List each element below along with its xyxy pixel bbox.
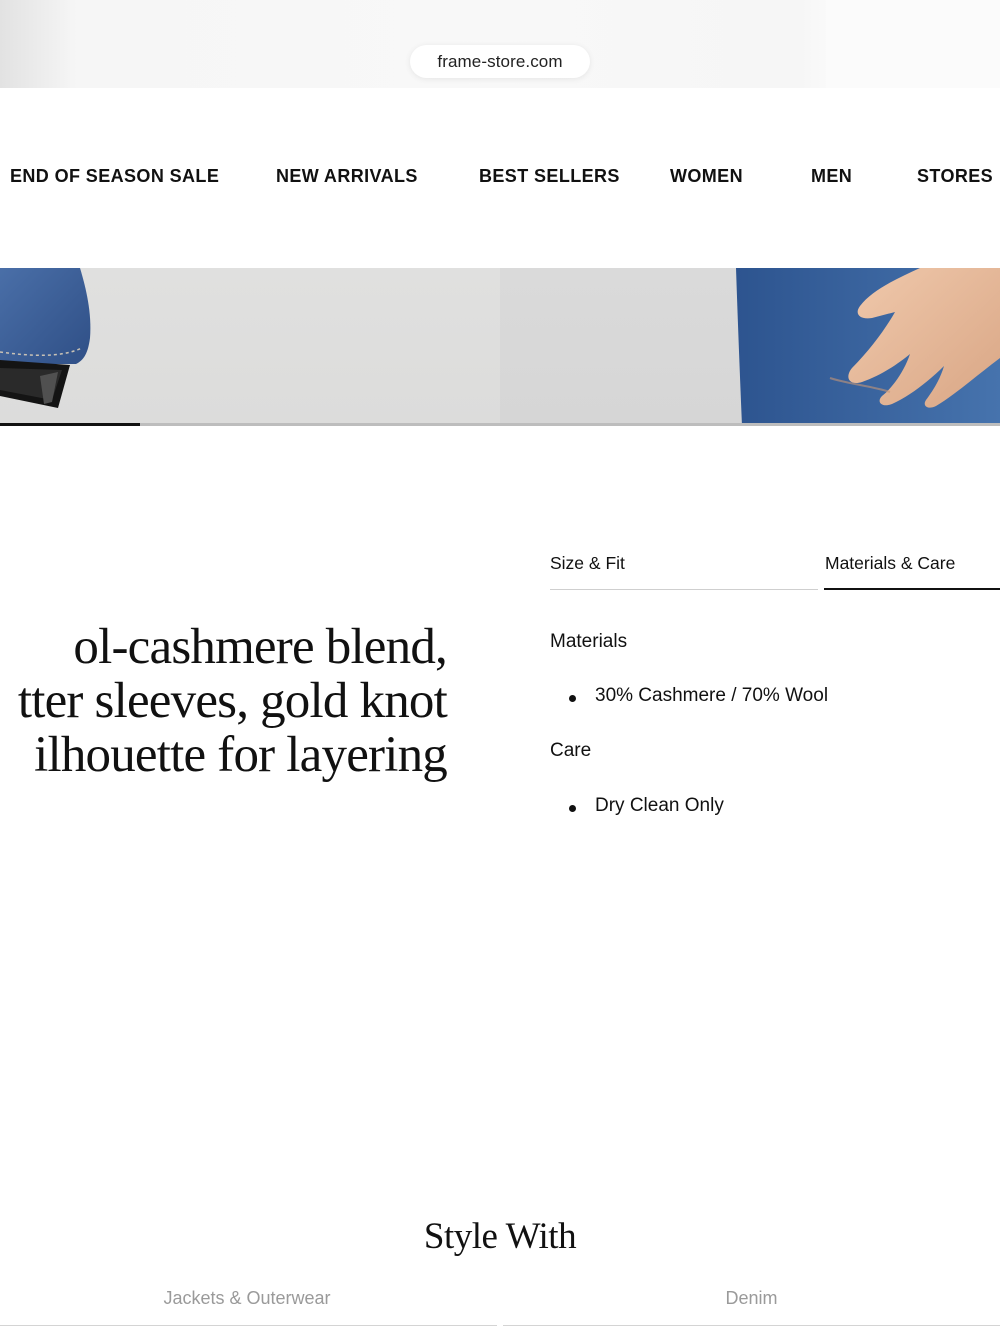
bullet-icon [569, 695, 576, 702]
tab-materials-care-underline [824, 588, 1000, 590]
tab-materials-care[interactable]: Materials & Care [825, 553, 955, 574]
product-image-denim-hem[interactable] [0, 268, 500, 426]
url-pill[interactable]: frame-store.com [410, 45, 590, 78]
style-tab-underline [503, 1325, 1000, 1326]
style-tab-underline [0, 1325, 497, 1326]
product-gallery[interactable] [0, 268, 1000, 426]
materials-heading: Materials [550, 631, 628, 652]
tab-size-fit-underline [550, 589, 818, 590]
url-text: frame-store.com [437, 51, 563, 71]
nav-item-men[interactable]: MEN [811, 166, 852, 187]
nav-item-new-arrivals[interactable]: NEW ARRIVALS [276, 166, 418, 187]
style-with-title: Style With [423, 1216, 577, 1257]
background-blur [0, 0, 70, 88]
browser-url-bar: frame-store.com [0, 0, 1000, 88]
gallery-progress-fill [0, 423, 140, 426]
product-image-denim-hand[interactable] [500, 268, 1000, 426]
description-line: tter sleeves, gold knot [17, 673, 448, 729]
care-heading: Care [550, 740, 592, 761]
materials-list: 30% Cashmere / 70% Wool [550, 685, 828, 707]
product-description: ol-cashmere blend, tter sleeves, gold kn… [0, 619, 448, 783]
page: frame-store.com END OF SEASON SALE NEW A… [0, 0, 1000, 1333]
tab-size-fit[interactable]: Size & Fit [550, 553, 625, 574]
bullet-icon [569, 805, 576, 812]
description-line: ol-cashmere blend, [73, 619, 447, 675]
main-nav: END OF SEASON SALE NEW ARRIVALS BEST SEL… [0, 88, 1000, 268]
care-item: Dry Clean Only [595, 795, 724, 816]
denim-hand-image [736, 268, 1000, 426]
background-blur [826, 0, 1000, 88]
list-item: 30% Cashmere / 70% Wool [550, 685, 828, 707]
gallery-progress-track [0, 423, 1000, 426]
materials-item: 30% Cashmere / 70% Wool [595, 685, 829, 706]
list-item: Dry Clean Only [550, 795, 724, 817]
care-list: Dry Clean Only [550, 795, 724, 817]
style-tab-jackets-outerwear[interactable]: Jackets & Outerwear [0, 1288, 494, 1309]
description-line: ilhouette for layering [34, 727, 448, 783]
nav-item-women[interactable]: WOMEN [670, 166, 743, 187]
nav-item-stores[interactable]: STORES [917, 166, 993, 187]
nav-item-best-sellers[interactable]: BEST SELLERS [479, 166, 620, 187]
denim-hem-image [0, 268, 91, 408]
style-tab-denim[interactable]: Denim [503, 1288, 1000, 1309]
nav-item-end-of-season-sale[interactable]: END OF SEASON SALE [10, 166, 219, 187]
